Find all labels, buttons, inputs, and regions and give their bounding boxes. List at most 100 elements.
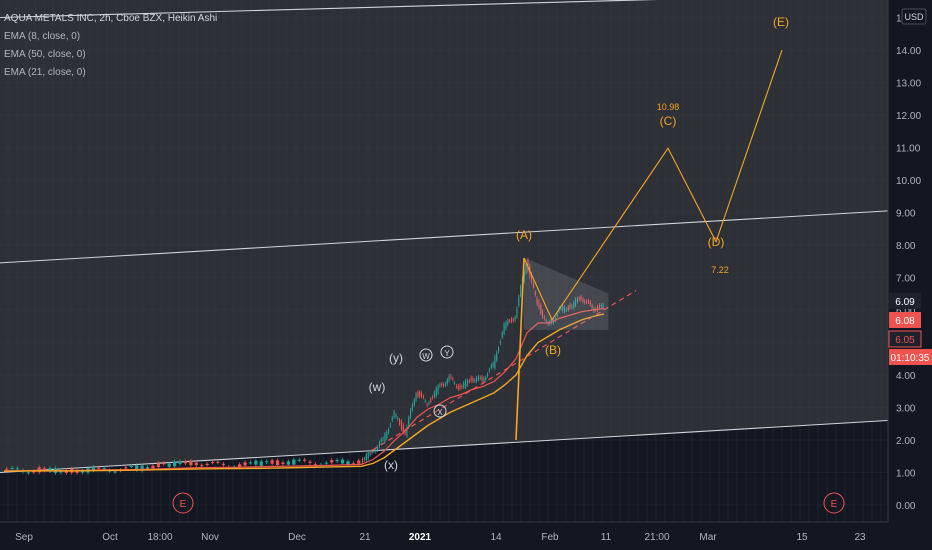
candle	[221, 463, 225, 465]
time-axis-bg	[0, 522, 888, 550]
wave-label-text: X	[437, 408, 443, 417]
candle	[498, 348, 500, 352]
candle	[472, 378, 474, 382]
candle	[428, 402, 430, 404]
candle	[15, 468, 20, 470]
candle	[335, 459, 339, 462]
candle	[286, 461, 290, 465]
indicator-ema-8[interactable]: EMA (8, close, 0)	[4, 28, 217, 46]
candle	[417, 392, 419, 396]
wave-label-b: (B)	[545, 343, 561, 357]
candle	[389, 424, 391, 426]
price-tag-current: 6.09	[889, 293, 921, 309]
time-axis-tick: 11	[601, 532, 612, 543]
time-axis-tick: 23	[854, 532, 866, 543]
wave-label-d: (D)	[708, 235, 725, 249]
candle	[439, 384, 441, 386]
price-axis-tick: 14.00	[896, 46, 921, 57]
candle	[477, 376, 479, 380]
candle	[151, 465, 155, 469]
candle	[382, 438, 384, 440]
candle	[516, 308, 518, 318]
candle	[402, 424, 404, 433]
indicator-ema-50[interactable]: EMA (50, close, 0)	[4, 46, 217, 64]
price-tag-red: 6.05	[888, 330, 922, 348]
candle	[393, 411, 395, 417]
currency-badge-text: USD	[904, 12, 924, 22]
wave-label-c: (C)	[660, 114, 677, 128]
candle	[479, 377, 481, 379]
price-tag-text: 01:10:35	[891, 353, 930, 364]
candle	[421, 392, 423, 397]
chart-root[interactable]: (w) (y) W X Y (x) (A) (B) (C) (D) (E) 10.98 7.22 E E 0.…	[0, 0, 932, 550]
candle	[454, 382, 456, 384]
candle	[450, 375, 452, 378]
candle	[265, 461, 269, 463]
candle	[410, 409, 412, 418]
candle	[419, 391, 421, 397]
time-axis-tick: 15	[796, 532, 808, 543]
time-axis-tick: 21:00	[644, 532, 669, 543]
candle	[399, 420, 401, 424]
candle	[162, 463, 166, 465]
wave-label-x: (x)	[384, 458, 398, 472]
candle	[488, 369, 490, 372]
time-axis: Sep Oct 18:00 Nov Dec 21 2021 14 Feb 11 21:00 Mar 15…	[0, 521, 888, 550]
wave-label-text: (y)	[389, 351, 403, 365]
chart-legend: AQUA METALS INC, 2h, Cboe BZX, Heikin As…	[4, 10, 217, 82]
time-axis-tick: Feb	[541, 532, 559, 543]
candle	[481, 377, 483, 381]
candle	[485, 377, 487, 380]
price-tag-text: 6.08	[895, 316, 915, 327]
candle	[443, 384, 445, 386]
candle	[514, 317, 516, 321]
candle	[463, 382, 465, 388]
candle	[340, 459, 345, 464]
candle	[367, 452, 369, 459]
candle	[378, 442, 380, 447]
candle	[476, 377, 478, 382]
candle	[26, 472, 30, 474]
candle	[432, 396, 434, 398]
candle	[167, 463, 171, 467]
candle	[129, 466, 133, 468]
time-axis-tick: Oct	[102, 532, 118, 543]
price-axis-tick: 8.00	[896, 241, 916, 252]
time-axis-tick: Sep	[15, 532, 33, 543]
candle	[437, 386, 439, 393]
price-tag-red: 6.08	[889, 312, 921, 328]
candle	[483, 378, 485, 382]
price-axis-tick: 1.00	[896, 469, 916, 480]
price-chart[interactable]: (w) (y) W X Y (x) (A) (B) (C) (D) (E) 10.98 7.22 E E 0.…	[0, 0, 932, 550]
price-axis-tick: 2.00	[896, 436, 916, 447]
candle	[308, 461, 312, 463]
price-axis-tick: 3.00	[896, 404, 916, 415]
candle	[433, 392, 435, 397]
price-axis-tick: 13.00	[896, 79, 921, 90]
target-label: 7.22	[711, 265, 729, 275]
candle	[97, 467, 101, 469]
candle	[243, 462, 247, 466]
price-tag-text: 6.05	[895, 335, 915, 346]
candle	[444, 383, 446, 386]
candle	[452, 378, 454, 380]
candle	[10, 467, 14, 469]
candle	[388, 429, 390, 433]
candle	[254, 460, 258, 465]
candle	[466, 380, 468, 385]
candle	[330, 460, 334, 463]
candle	[194, 462, 198, 466]
candle	[400, 421, 402, 430]
wave-label-text: (A)	[516, 228, 532, 242]
candle	[5, 468, 9, 470]
chart-title: AQUA METALS INC, 2h, Cboe BZX, Heikin As…	[4, 13, 218, 24]
wave-label-text: (B)	[545, 343, 561, 357]
wave-label-text: (x)	[384, 458, 398, 472]
time-axis-tick: 18:00	[147, 532, 172, 543]
candle	[297, 459, 301, 461]
candle	[470, 377, 472, 381]
indicator-ema-21[interactable]: EMA (21, close, 0)	[4, 64, 217, 82]
candle	[487, 374, 489, 376]
candle	[435, 388, 437, 396]
candle	[380, 439, 382, 443]
